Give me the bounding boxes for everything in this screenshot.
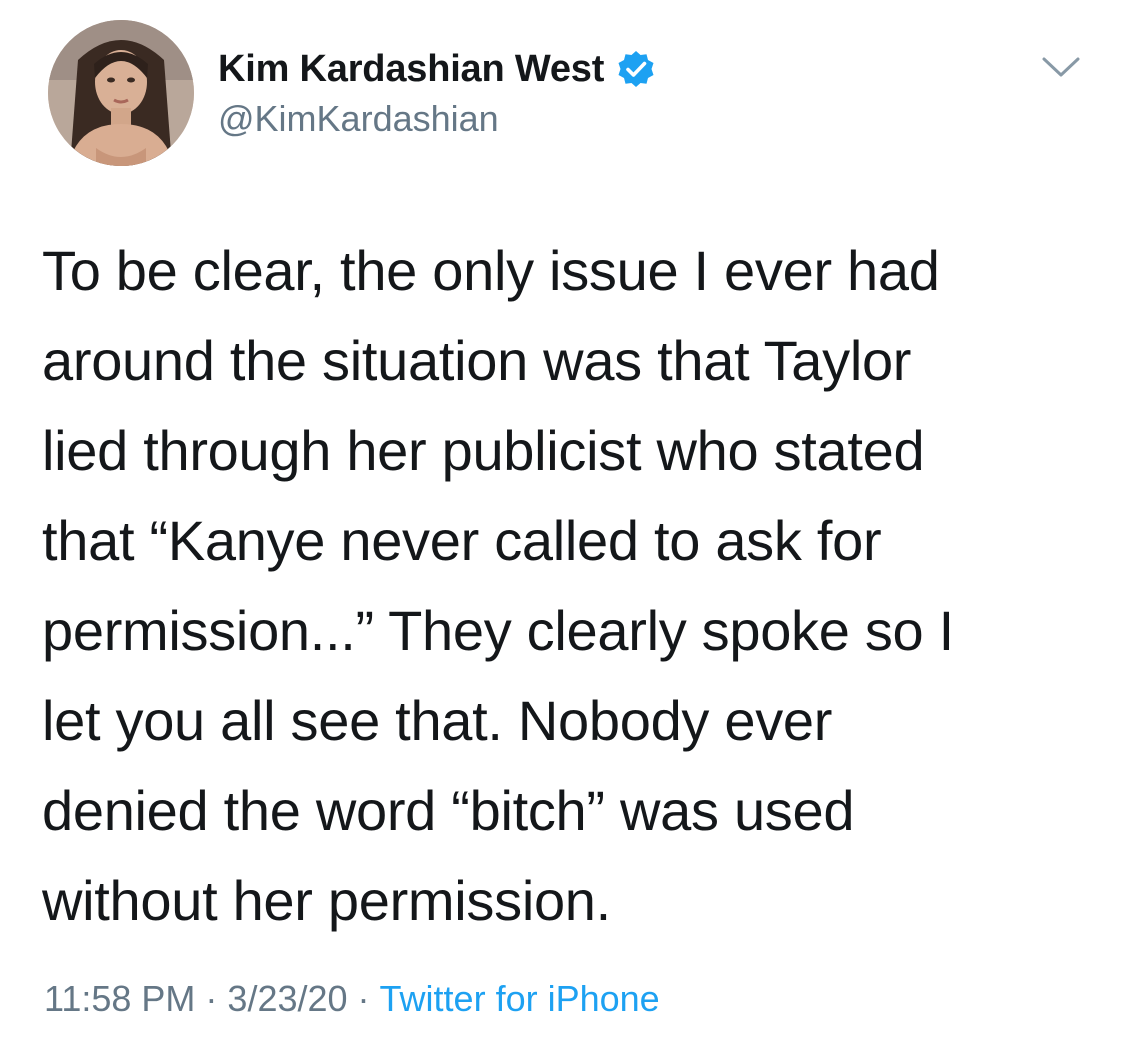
meta-separator: · [205,978,218,1019]
tweet-source-link[interactable]: Twitter for iPhone [380,978,660,1019]
author-handle[interactable]: @KimKardashian [218,98,499,140]
avatar[interactable] [48,20,194,166]
tweet-date: 3/23/20 [227,978,348,1019]
chevron-down-icon[interactable] [1040,52,1082,82]
tweet-meta: 11:58 PM · 3/23/20 · Twitter for iPhone [44,978,660,1020]
author-display-name[interactable]: Kim Kardashian West [218,48,604,91]
tweet-card: Kim Kardashian West @KimKardashian To be… [0,0,1125,1052]
avatar-image [48,20,194,166]
verified-badge-icon [616,49,656,89]
tweet-time: 11:58 PM [44,978,196,1019]
meta-separator: · [357,978,370,1019]
author-name-row[interactable]: Kim Kardashian West [218,44,656,94]
tweet-text: To be clear, the only issue I ever had a… [42,239,954,932]
